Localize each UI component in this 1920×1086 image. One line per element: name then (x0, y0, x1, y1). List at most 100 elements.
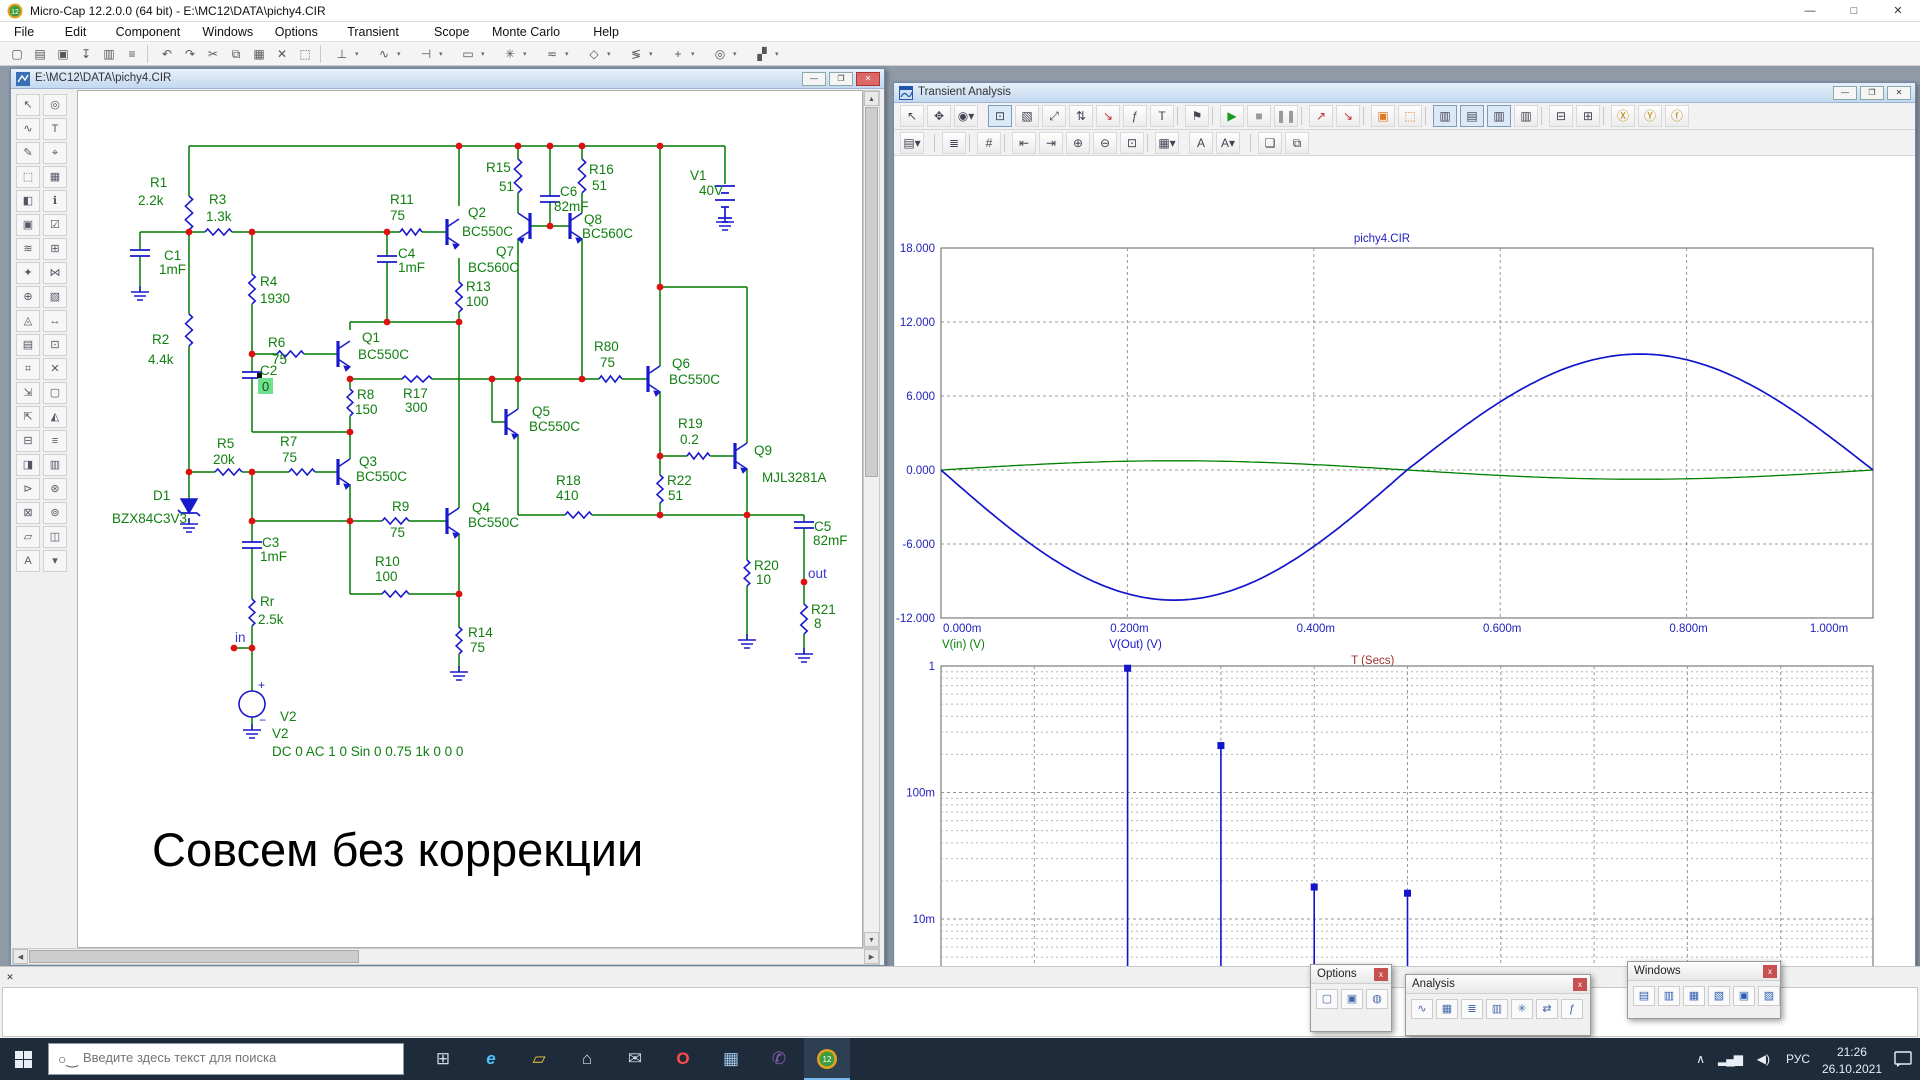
toolbar-edit-5[interactable]: ✕ (271, 44, 293, 64)
taskbar-app-micro-cap[interactable]: 12 (804, 1038, 850, 1080)
transient-tool2-14[interactable]: A▾ (1216, 132, 1240, 154)
search-input[interactable] (83, 1050, 383, 1065)
schematic-tool-1[interactable]: ◎ (43, 94, 67, 116)
analysis-icon-4[interactable]: ✳ (1511, 999, 1533, 1019)
schematic-tool-2[interactable]: ∿ (16, 118, 40, 140)
schematic-tool-5[interactable]: ⌖ (43, 142, 67, 164)
menu-item-transient[interactable]: Transient (343, 24, 403, 40)
toolbar-file-1[interactable]: ▤ (29, 44, 51, 64)
schematic-tool-4[interactable]: ✎ (16, 142, 40, 164)
schematic-tool-12[interactable]: ≋ (16, 238, 40, 260)
toolbar-component-3[interactable]: ▭ (457, 44, 479, 64)
toolbar-component-6[interactable]: ◇ (583, 44, 605, 64)
windows-panel-close-button[interactable]: x (1763, 965, 1777, 978)
transient-tool2-16[interactable]: ❏ (1258, 132, 1282, 154)
schematic-tool-24[interactable]: ⇲ (16, 382, 40, 404)
schematic-tool-11[interactable]: ☑ (43, 214, 67, 236)
schematic-canvas[interactable]: R1 2.2k R3 1.3k R2 4.4k C1 1mF R4 1930 R6 75 C2 R11 75… (77, 90, 863, 948)
schematic-vscrollbar[interactable]: ▲ ▼ (863, 90, 880, 948)
transient-tool-33[interactable]: ⓕ (1665, 105, 1689, 127)
transient-tool2-12[interactable]: ▦▾ (1155, 132, 1179, 154)
schematic-tool-34[interactable]: ⊠ (16, 502, 40, 524)
schematic-tool-36[interactable]: ▱ (16, 526, 40, 548)
schematic-tool-35[interactable]: ⊚ (43, 502, 67, 524)
schematic-tool-25[interactable]: ▢ (43, 382, 67, 404)
transient-restore-button[interactable]: ❐ (1860, 86, 1884, 100)
toolbar-file-3[interactable]: ↧ (75, 44, 97, 64)
schematic-tool-18[interactable]: ◬ (16, 310, 40, 332)
taskbar-app-calculator[interactable]: ▦ (708, 1038, 754, 1080)
toolbar-edit-2[interactable]: ✂ (202, 44, 224, 64)
transient-tool-20[interactable]: ▣ (1371, 105, 1395, 127)
transient-tool2-6[interactable]: ⇤ (1012, 132, 1036, 154)
language-indicator[interactable]: РУС (1786, 1052, 1810, 1066)
options-icon-2[interactable]: ◍ (1366, 989, 1388, 1009)
network-icon[interactable]: ▂▄▆ (1718, 1052, 1743, 1066)
taskbar-app-edge[interactable]: e (468, 1038, 514, 1080)
transient-tool-5[interactable]: ⤢ (1042, 105, 1066, 127)
transient-tool-1[interactable]: ✥ (927, 105, 951, 127)
toolbar-edit-4[interactable]: ▦ (248, 44, 270, 64)
clock[interactable]: 21:26 26.10.2021 (1822, 1044, 1882, 1079)
menu-item-windows[interactable]: Windows (198, 24, 257, 40)
toolbar-component-1[interactable]: ∿ (373, 44, 395, 64)
schematic-tool-17[interactable]: ▧ (43, 286, 67, 308)
analysis-icon-0[interactable]: ∿ (1411, 999, 1433, 1019)
taskbar-app-explorer[interactable]: ▱ (516, 1038, 562, 1080)
windows-icon-5[interactable]: ▨ (1758, 986, 1780, 1006)
transient-tool-6[interactable]: ⇅ (1069, 105, 1093, 127)
plot-client[interactable]: 18.000 12.000 6.000 0.000 -6.000 -12.000 0.000… (895, 156, 1915, 1026)
taskbar-app-opera[interactable]: O (660, 1038, 706, 1080)
app-maximize-button[interactable]: □ (1832, 0, 1876, 22)
schematic-tool-13[interactable]: ⊞ (43, 238, 67, 260)
analysis-icon-5[interactable]: ⇄ (1536, 999, 1558, 1019)
schematic-tool-26[interactable]: ⇱ (16, 406, 40, 428)
menu-item-component[interactable]: Component (112, 24, 185, 40)
menu-item-monte-carlo[interactable]: Monte Carlo (488, 24, 564, 40)
transient-tool2-2[interactable]: ≣ (942, 132, 966, 154)
schematic-tool-33[interactable]: ⊛ (43, 478, 67, 500)
schematic-close-button[interactable]: ✕ (856, 72, 880, 86)
toolbar-component-10[interactable]: ▞ (751, 44, 773, 64)
taskbar-app-store[interactable]: ⌂ (564, 1038, 610, 1080)
schematic-restore-button[interactable]: ❐ (829, 72, 853, 86)
schematic-tool-31[interactable]: ▥ (43, 454, 67, 476)
schematic-tool-29[interactable]: ≡ (43, 430, 67, 452)
app-minimize-button[interactable]: — (1788, 0, 1832, 22)
schematic-tool-16[interactable]: ⊕ (16, 286, 40, 308)
transient-tool2-0[interactable]: ▤▾ (900, 132, 924, 154)
transient-tool-25[interactable]: ▥ (1487, 105, 1511, 127)
toolbar-component-2[interactable]: ⊣ (415, 44, 437, 64)
transient-tool-21[interactable]: ⬚ (1398, 105, 1422, 127)
transient-tool-26[interactable]: ▥ (1514, 105, 1538, 127)
transient-tool-24[interactable]: ▤ (1460, 105, 1484, 127)
transient-tool-7[interactable]: ↘ (1096, 105, 1120, 127)
analysis-icon-1[interactable]: ▦ (1436, 999, 1458, 1019)
transient-tool2-8[interactable]: ⊕ (1066, 132, 1090, 154)
analysis-icon-3[interactable]: ▥ (1486, 999, 1508, 1019)
toolbar-component-0[interactable]: ⊥ (331, 44, 353, 64)
transient-tool2-4[interactable]: # (977, 132, 1001, 154)
windows-icon-4[interactable]: ▣ (1733, 986, 1755, 1006)
toolbar-component-5[interactable]: ≂ (541, 44, 563, 64)
analysis-panel-titlebar[interactable]: Analysis x (1406, 975, 1590, 994)
schematic-tool-39[interactable]: ▾ (43, 550, 67, 572)
options-panel-titlebar[interactable]: Options x (1311, 965, 1391, 984)
toolbar-edit-6[interactable]: ⬚ (294, 44, 316, 64)
schematic-tool-9[interactable]: ℹ (43, 190, 67, 212)
transient-tool2-7[interactable]: ⇥ (1039, 132, 1063, 154)
status-close-icon[interactable]: ✕ (3, 970, 17, 984)
toolbar-file-4[interactable]: ▥ (98, 44, 120, 64)
options-icon-0[interactable]: ▢ (1316, 989, 1338, 1009)
transient-tool-29[interactable]: ⊞ (1576, 105, 1600, 127)
transient-tool2-9[interactable]: ⊖ (1093, 132, 1117, 154)
transient-tool2-10[interactable]: ⊡ (1120, 132, 1144, 154)
transient-tool-2[interactable]: ◉▾ (954, 105, 978, 127)
menu-item-edit[interactable]: Edit (61, 24, 91, 40)
tray-expand-icon[interactable]: ∧ (1696, 1052, 1705, 1066)
transient-tool-23[interactable]: ▥ (1433, 105, 1457, 127)
menu-item-help[interactable]: Help (589, 24, 623, 40)
transient-tool-28[interactable]: ⊟ (1549, 105, 1573, 127)
schematic-tool-22[interactable]: ⌗ (16, 358, 40, 380)
transient-tool-32[interactable]: Ⓨ (1638, 105, 1662, 127)
